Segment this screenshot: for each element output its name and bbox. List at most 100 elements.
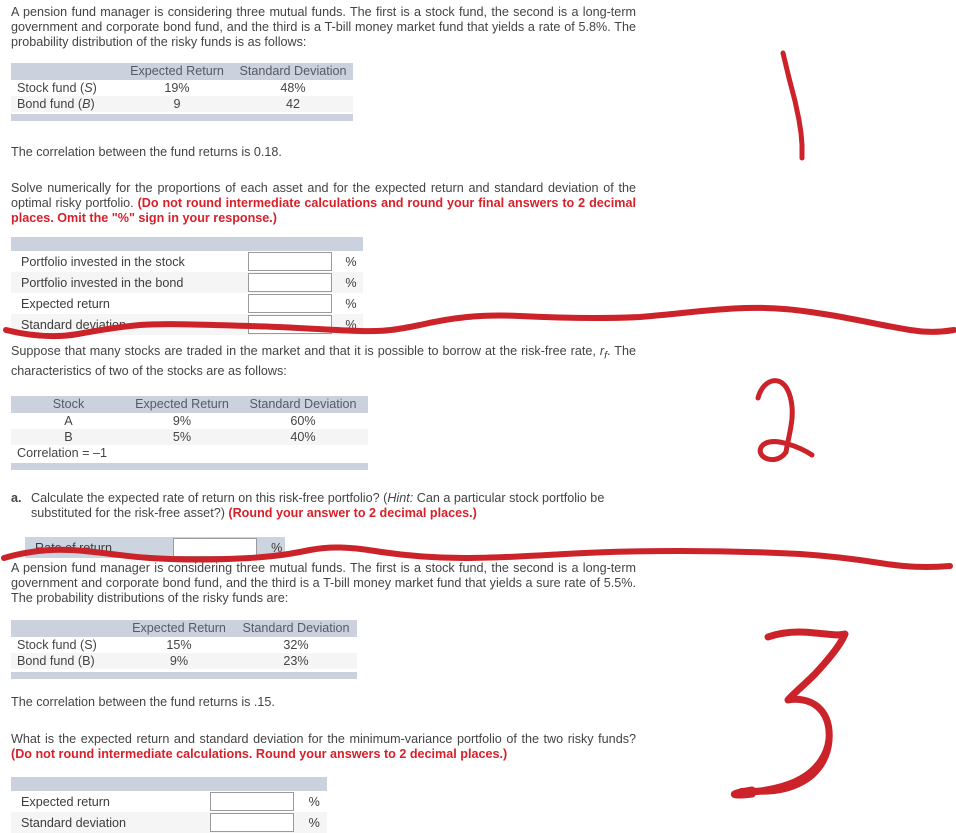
q1-data-table: Expected Return Standard Deviation Stock…: [11, 63, 353, 112]
q1-header-standard-deviation: Standard Deviation: [233, 63, 353, 80]
q2-row-a-er: 9%: [126, 413, 238, 429]
table-row: Standard deviation %: [11, 314, 363, 335]
table-row: B 5% 40%: [11, 429, 368, 445]
q2-table-footer-bar: [11, 463, 368, 470]
q1-answer-cell-expected-return: [247, 293, 340, 314]
q1-row-bond-symbol: B: [82, 97, 91, 111]
q1-answer-table: Portfolio invested in the stock % Portfo…: [11, 237, 363, 335]
q1-row-stock-name: Stock fund: [17, 81, 77, 95]
q3-answer-header-bar: [11, 777, 327, 791]
handwritten-marker-1: [780, 50, 805, 161]
q2-risk-free-symbol: rf: [600, 344, 607, 362]
q1-instruction: Solve numerically for the proportions of…: [11, 181, 636, 227]
handwritten-marker-2: [755, 378, 795, 455]
q1-header-blank: [11, 63, 121, 80]
q2-header-standard-deviation: Standard Deviation: [238, 396, 368, 413]
q2-row-b-stock: B: [11, 429, 126, 445]
portfolio-stock-input[interactable]: [247, 252, 332, 271]
q3-answer-unit-standard-deviation: %: [302, 812, 327, 833]
q2-row-a-stock: A: [11, 413, 126, 429]
q1-row-bond-label: Bond fund (B): [11, 96, 121, 112]
q3-answer-header-input: [209, 777, 303, 791]
table-row: Expected return %: [11, 791, 327, 812]
rate-of-return-input[interactable]: [173, 538, 258, 557]
q3-header-standard-deviation: Standard Deviation: [235, 620, 357, 637]
q1-answer-header-input: [247, 237, 340, 251]
q3-instruction-red: (Do not round intermediate calculations.…: [11, 747, 508, 762]
q3-row-stock-er: 15%: [123, 637, 235, 653]
expected-return-input[interactable]: [247, 294, 332, 313]
q2-table-header-row: Stock Expected Return Standard Deviation: [11, 396, 368, 413]
q2-row-correlation: Correlation = –1: [11, 445, 368, 461]
q2-prompt-part1: Suppose that many stocks are traded in t…: [11, 344, 600, 358]
q1-answer-cell-stock: [247, 251, 340, 272]
q1-row-bond-sd: 42: [233, 96, 353, 112]
table-row: Portfolio invested in the bond %: [11, 272, 363, 293]
q2-answer-unit-rate-of-return: %: [265, 537, 285, 558]
q2-question-text: Calculate the expected rate of return on…: [31, 491, 631, 521]
table-row: Rate of return %: [25, 537, 285, 558]
q1-row-stock-er: 19%: [121, 80, 233, 96]
q3-answer-table: Expected return % Standard deviation %: [11, 777, 327, 833]
q1-row-bond-er: 9: [121, 96, 233, 112]
q3-row-bond-sd: 23%: [235, 653, 357, 669]
q1-row-bond-name: Bond fund: [17, 97, 75, 111]
q2-question-letter: a.: [11, 491, 22, 505]
q2-row-a-sd: 60%: [238, 413, 368, 429]
q1-answer-cell-standard-deviation: [247, 314, 340, 335]
q3-data-table: Expected Return Standard Deviation Stock…: [11, 620, 357, 669]
q1-answer-unit-expected-return: %: [339, 293, 363, 314]
q2-data-table: Stock Expected Return Standard Deviation…: [11, 396, 368, 461]
q3-row-bond-er: 9%: [123, 653, 235, 669]
table-row: Stock fund (S) 15% 32%: [11, 637, 357, 653]
q1-table-header-row: Expected Return Standard Deviation: [11, 63, 353, 80]
q3-answer-cell-standard-deviation: [209, 812, 303, 833]
q3-answer-unit-expected-return: %: [302, 791, 327, 812]
q2-prompt: Suppose that many stocks are traded in t…: [11, 344, 636, 379]
q2-row-b-er: 5%: [126, 429, 238, 445]
table-row: Correlation = –1: [11, 445, 368, 461]
q3-answer-label-expected-return: Expected return: [11, 791, 210, 812]
q1-answer-unit-bond: %: [339, 272, 363, 293]
minvar-standard-deviation-input[interactable]: [209, 813, 294, 832]
q1-answer-label-standard-deviation: Standard deviation: [11, 314, 248, 335]
table-row: Expected return %: [11, 293, 363, 314]
minvar-expected-return-input[interactable]: [209, 792, 294, 811]
q2-question-block: a. Calculate the expected rate of return …: [11, 491, 636, 521]
q1-answer-unit-stock: %: [339, 251, 363, 272]
worksheet-page: A pension fund manager is considering th…: [0, 0, 956, 833]
q3-answer-cell-expected-return: [209, 791, 303, 812]
q3-prompt: A pension fund manager is considering th…: [11, 561, 636, 606]
q3-row-bond-label: Bond fund (B): [11, 653, 123, 669]
q1-table-footer-bar: [11, 114, 353, 121]
q3-header-blank: [11, 620, 123, 637]
handwritten-marker-3-tail: [748, 736, 833, 796]
portfolio-bond-input[interactable]: [247, 273, 332, 292]
q1-correlation-text: The correlation between the fund returns…: [11, 145, 282, 159]
q2-answer-label-rate-of-return: Rate of return: [25, 537, 174, 558]
q3-table-header-row: Expected Return Standard Deviation: [11, 620, 357, 637]
q1-answer-cell-bond: [247, 272, 340, 293]
table-row: Bond fund (B) 9 42: [11, 96, 353, 112]
q3-header-expected-return: Expected Return: [123, 620, 235, 637]
q3-answer-header-blank: [11, 777, 210, 791]
standard-deviation-input[interactable]: [247, 315, 332, 334]
q3-answer-header-unit: [302, 777, 327, 791]
q1-header-expected-return: Expected Return: [121, 63, 233, 80]
q1-row-stock-label: Stock fund (S): [11, 80, 121, 96]
handwritten-marker-3: [731, 628, 849, 799]
q1-answer-label-bond: Portfolio invested in the bond: [11, 272, 248, 293]
table-row: Standard deviation %: [11, 812, 327, 833]
q1-answer-header-blank: [11, 237, 248, 251]
q3-correlation-text: The correlation between the fund returns…: [11, 695, 275, 709]
q1-row-stock-symbol: S: [84, 81, 93, 95]
q2-header-expected-return: Expected Return: [126, 396, 238, 413]
q1-answer-label-stock: Portfolio invested in the stock: [11, 251, 248, 272]
q3-row-stock-sd: 32%: [235, 637, 357, 653]
q2-question-hint-label: Hint:: [387, 491, 414, 505]
q1-answer-header-bar: [11, 237, 363, 251]
q1-prompt: A pension fund manager is considering th…: [11, 5, 636, 50]
q3-table-footer-bar: [11, 672, 357, 679]
table-row: Portfolio invested in the stock %: [11, 251, 363, 272]
q1-row-stock-sd: 48%: [233, 80, 353, 96]
